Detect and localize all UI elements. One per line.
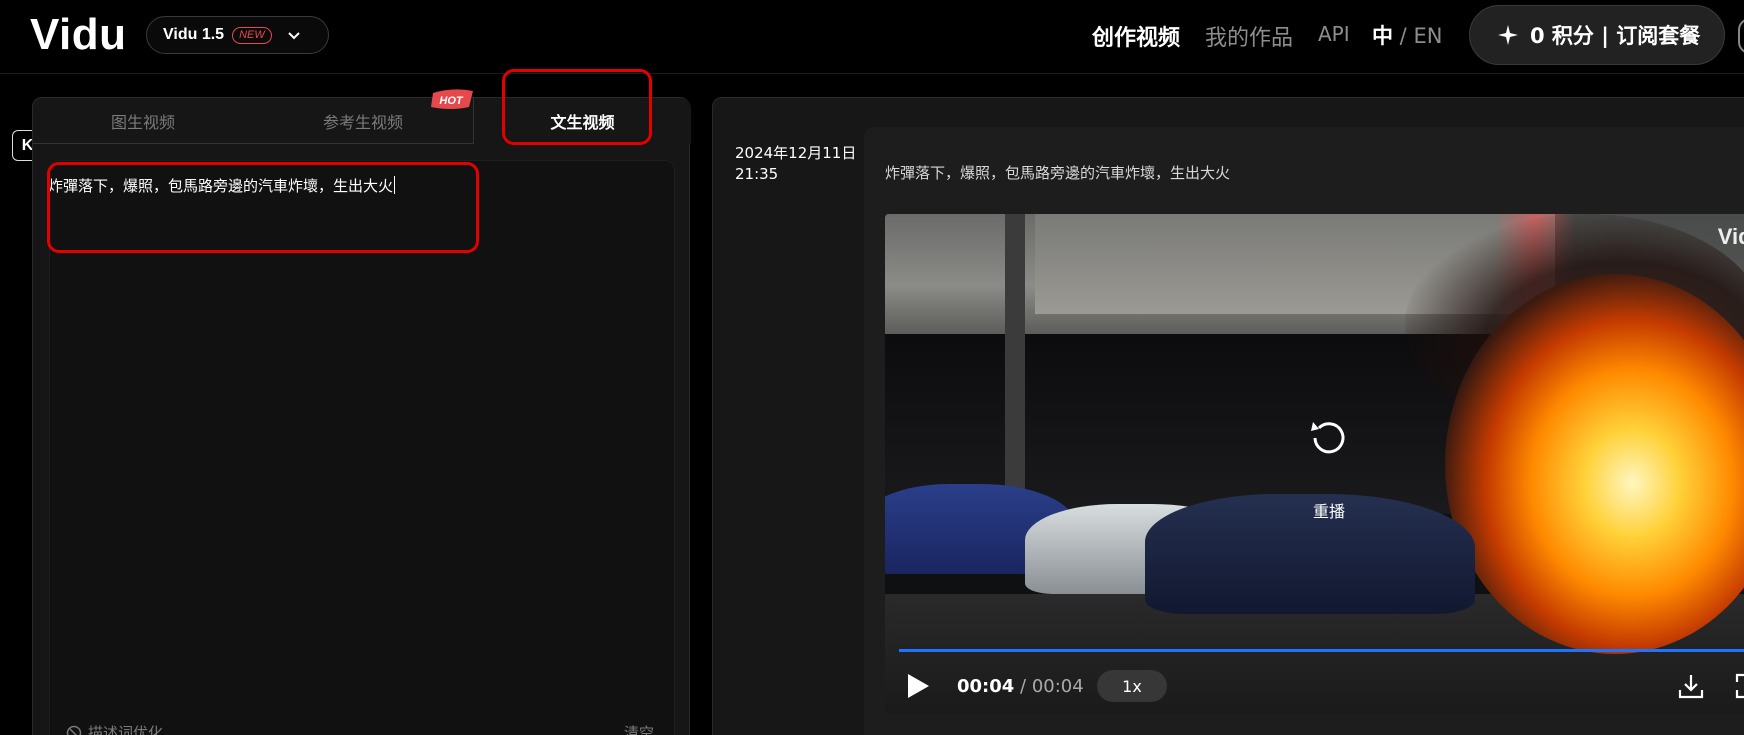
fullscreen-icon[interactable] <box>1734 672 1744 700</box>
result-timestamp: 2024年12月11日 21:35 <box>735 143 856 185</box>
lang-separator: / <box>1393 24 1414 48</box>
model-version-label: Vidu 1.5 <box>163 26 225 43</box>
language-switch[interactable]: 中 / EN <box>1372 20 1442 50</box>
video-time: 00:04 / 00:04 <box>957 676 1084 697</box>
current-time: 00:04 <box>957 676 1015 697</box>
video-player[interactable]: Vidu 重播 00:04 / 00:04 1x <box>885 214 1744 714</box>
video-progress-bar[interactable] <box>899 649 1744 652</box>
play-icon[interactable] <box>905 672 931 700</box>
svg-text:HOT: HOT <box>439 95 464 107</box>
result-date: 2024年12月11日 <box>735 144 857 162</box>
avatar[interactable] <box>1738 18 1744 54</box>
credits-label: 0 积分 | 订阅套餐 <box>1530 24 1701 48</box>
model-version-selector[interactable]: Vidu 1.5 NEW <box>146 16 329 54</box>
lang-zh[interactable]: 中 <box>1372 24 1393 48</box>
optimize-label: 描述词优化 <box>88 724 164 735</box>
replay-icon[interactable] <box>1305 414 1353 462</box>
duration: 00:04 <box>1031 676 1084 697</box>
playback-speed-button[interactable]: 1x <box>1097 670 1167 702</box>
credits-subscribe-button[interactable]: 0 积分 | 订阅套餐 <box>1469 5 1725 65</box>
prompt-optimize-toggle[interactable]: 描述词优化 <box>66 722 163 735</box>
nav-my-works[interactable]: 我的作品 <box>1205 20 1293 52</box>
lang-en[interactable]: EN <box>1413 24 1442 48</box>
nav-api[interactable]: API <box>1318 22 1350 46</box>
annotation-highlight-tab <box>502 69 652 145</box>
annotation-highlight-prompt <box>47 162 479 253</box>
sparkle-icon <box>1498 25 1518 45</box>
top-header: Vidu Vidu 1.5 NEW 创作视频 我的作品 API 中 / EN 0… <box>0 0 1744 74</box>
hot-badge: HOT <box>431 89 473 109</box>
tab-divider <box>33 143 473 144</box>
video-frame-pillar <box>1005 214 1025 494</box>
chevron-down-icon <box>288 32 300 40</box>
result-prompt-text: 炸彈落下，爆照，包馬路旁邊的汽車炸壞，生出大火 <box>885 164 1231 182</box>
video-watermark: Vidu <box>1717 224 1744 249</box>
replay-label[interactable]: 重播 <box>1305 498 1353 522</box>
new-badge: NEW <box>232 26 272 44</box>
disabled-icon <box>66 725 82 735</box>
vidu-logo[interactable]: Vidu <box>30 10 127 60</box>
result-time: 21:35 <box>735 165 779 183</box>
download-icon[interactable] <box>1677 672 1705 700</box>
time-separator: / <box>1014 676 1032 697</box>
tab-image-to-video[interactable]: 图生视频 <box>33 98 253 144</box>
clear-button[interactable]: 清空 <box>624 722 654 735</box>
nav-create-video[interactable]: 创作视频 <box>1092 20 1180 52</box>
